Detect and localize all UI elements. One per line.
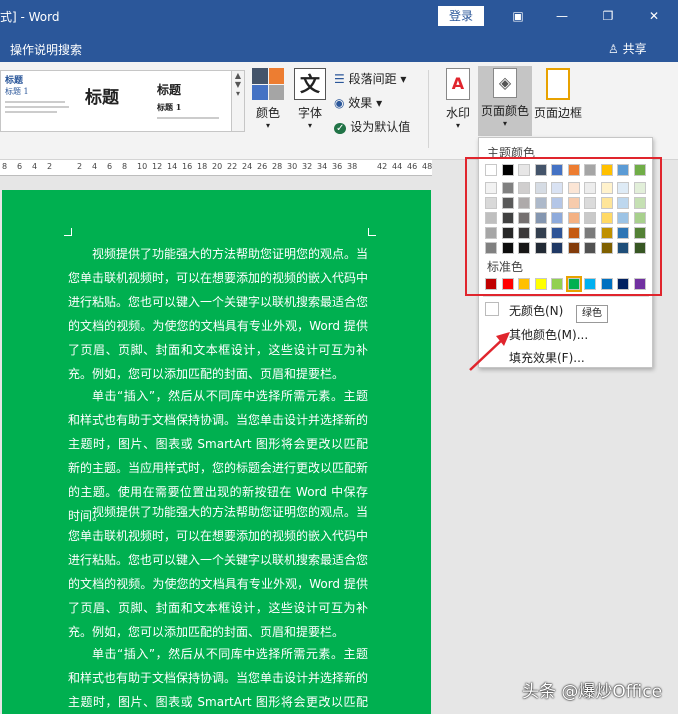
ruler-tick-label: 4 xyxy=(92,162,98,171)
ruler-tick-label: 32 xyxy=(302,162,313,171)
ruler-tick-label: 22 xyxy=(227,162,238,171)
tell-me-search[interactable]: 操作说明搜索 xyxy=(10,41,82,58)
page-borders-button[interactable]: 页面边框 xyxy=(534,68,582,121)
margin-corner-mark xyxy=(64,228,72,236)
highlight-box xyxy=(465,157,662,296)
watermark-button[interactable]: A 水印 ▾ xyxy=(440,68,476,130)
menu-bar: 操作说明搜索 ♙ 共享 xyxy=(0,32,678,62)
ribbon-display-icon[interactable]: ▣ xyxy=(508,6,528,26)
gallery-heading: 标题 xyxy=(5,76,24,86)
paragraph-spacing-label: 段落间距 xyxy=(348,72,397,86)
check-icon: ✓ xyxy=(334,123,347,134)
ruler-tick-label: 36 xyxy=(332,162,343,171)
ruler-tick-label: 24 xyxy=(242,162,253,171)
page-color-label: 页面颜色 xyxy=(480,104,529,118)
fill-effects-item[interactable]: 填充效果(F)... xyxy=(509,349,585,366)
ruler-tick-label: 42 xyxy=(377,162,388,171)
ruler-tick-label: 28 xyxy=(272,162,283,171)
colors-button[interactable]: 颜色 ▾ xyxy=(248,68,288,130)
gallery-scroll[interactable]: ▲ ▼ ▾ xyxy=(231,70,245,132)
ruler-tick-label: 6 xyxy=(107,162,113,171)
body-paragraph: 视频提供了功能强大的方法帮助您证明您的观点。当您单击联机视频时，可以在想要添加的… xyxy=(68,505,369,639)
ruler-tick-label: 18 xyxy=(197,162,208,171)
ribbon-separator xyxy=(428,70,429,148)
no-color-item[interactable]: 无颜色(N) xyxy=(509,302,563,319)
ruler-tick-label: 14 xyxy=(167,162,178,171)
gallery-subheading: 标题 1 xyxy=(5,87,29,96)
more-colors-item[interactable]: 其他颜色(M)... xyxy=(509,326,588,343)
ruler-tick-label: 2 xyxy=(77,162,83,171)
page-borders-label: 页面边框 xyxy=(534,106,583,120)
watermark-text: 头条 @爆炒Office xyxy=(522,682,663,702)
ruler-tick-label: 8 xyxy=(2,162,8,171)
set-default-label: 设为默认值 xyxy=(350,120,411,134)
minimize-icon[interactable]: — xyxy=(552,6,572,26)
arrow-shaft xyxy=(469,337,505,371)
fonts-button[interactable]: 文 字体 ▾ xyxy=(292,68,328,130)
ruler-scale: 8 6 4 2 2 4 6 8 10 12 14 16 18 20 22 24 26 28 30 32 34 36 38 42… xyxy=(0,160,432,176)
ruler-tick-label: 2 xyxy=(47,162,53,171)
person-icon: ♙ xyxy=(608,42,623,56)
colors-label: 颜色 xyxy=(255,106,280,120)
page-color-icon: ◈ xyxy=(493,68,517,98)
page-borders-icon xyxy=(546,68,570,100)
watermark-icon: A xyxy=(446,68,470,100)
gallery-heading: 标题 xyxy=(157,83,182,97)
login-button[interactable]: 登录 xyxy=(438,6,484,26)
effects-icon: ◉ xyxy=(334,96,349,110)
gallery-subheading: 标题 1 xyxy=(157,102,182,112)
style-set-item[interactable]: 标题 标题 1 xyxy=(5,73,79,129)
margin-corner-mark xyxy=(368,228,376,236)
window-title: 式] - Word xyxy=(0,10,60,24)
ruler-tick-label: 20 xyxy=(212,162,223,171)
ruler-tick-label: 38 xyxy=(347,162,358,171)
ruler-tick-label: 8 xyxy=(122,162,128,171)
menu-divider xyxy=(483,296,649,297)
style-set-gallery: 标题 标题 1 标题 标题 标题 1 xyxy=(0,70,232,132)
fonts-label: 字体 xyxy=(297,106,322,120)
effects-label: 效果 xyxy=(348,96,373,110)
effects-button[interactable]: ◉ 效果 ▾ xyxy=(334,94,382,111)
ruler-tick-label: 4 xyxy=(32,162,38,171)
share-button[interactable]: ♙ 共享 xyxy=(608,40,647,57)
colors-icon xyxy=(252,68,284,100)
fonts-icon: 文 xyxy=(294,68,326,100)
body-paragraph: 视频提供了功能强大的方法帮助您证明您的观点。当您单击联机视频时，可以在想要添加的… xyxy=(68,247,369,381)
ruler-tick-label: 16 xyxy=(182,162,193,171)
set-default-button[interactable]: ✓ 设为默认值 xyxy=(334,118,410,135)
share-label: 共享 xyxy=(622,42,647,56)
document-page[interactable]: 视频提供了功能强大的方法帮助您证明您的观点。当您单击联机视频时，可以在想要添加的… xyxy=(2,190,431,714)
paragraph-spacing-button[interactable]: ☰ 段落间距 ▾ xyxy=(334,70,406,87)
ruler-tick-label: 48 xyxy=(422,162,433,171)
ruler-tick-label: 34 xyxy=(317,162,328,171)
page-color-button[interactable]: ◈ 页面颜色 ▾ xyxy=(478,66,532,136)
close-icon[interactable]: ✕ xyxy=(644,6,664,26)
gallery-heading: 标题 xyxy=(85,88,119,108)
ruler-tick-label: 6 xyxy=(17,162,23,171)
watermark-label: 水印 xyxy=(445,106,470,120)
ruler-tick-label: 44 xyxy=(392,162,403,171)
no-color-icon xyxy=(485,302,499,316)
annotation-arrow xyxy=(469,332,510,371)
title-bar: 式] - Word 登录 ▣ — ❐ ✕ xyxy=(0,0,678,32)
style-set-item[interactable]: 标题 xyxy=(85,73,159,129)
horizontal-ruler[interactable]: 8 6 4 2 2 4 6 8 10 12 14 16 18 20 22 24 26 28 30 32 34 36 38 42… xyxy=(0,160,432,176)
ruler-tick-label: 10 xyxy=(137,162,148,171)
body-paragraph: 单击“插入”，然后从不同库中选择所需元素。主题和样式也有助于文档保持协调。当您单… xyxy=(68,647,369,709)
ruler-tick-label: 26 xyxy=(257,162,268,171)
ruler-tick-label: 30 xyxy=(287,162,298,171)
swatch-tooltip: 绿色 xyxy=(576,305,608,323)
style-set-item[interactable]: 标题 标题 1 xyxy=(157,73,231,129)
ruler-tick-label: 12 xyxy=(152,162,163,171)
restore-icon[interactable]: ❐ xyxy=(598,6,618,26)
paragraph-spacing-icon: ☰ xyxy=(334,72,349,86)
ruler-tick-label: 46 xyxy=(407,162,418,171)
